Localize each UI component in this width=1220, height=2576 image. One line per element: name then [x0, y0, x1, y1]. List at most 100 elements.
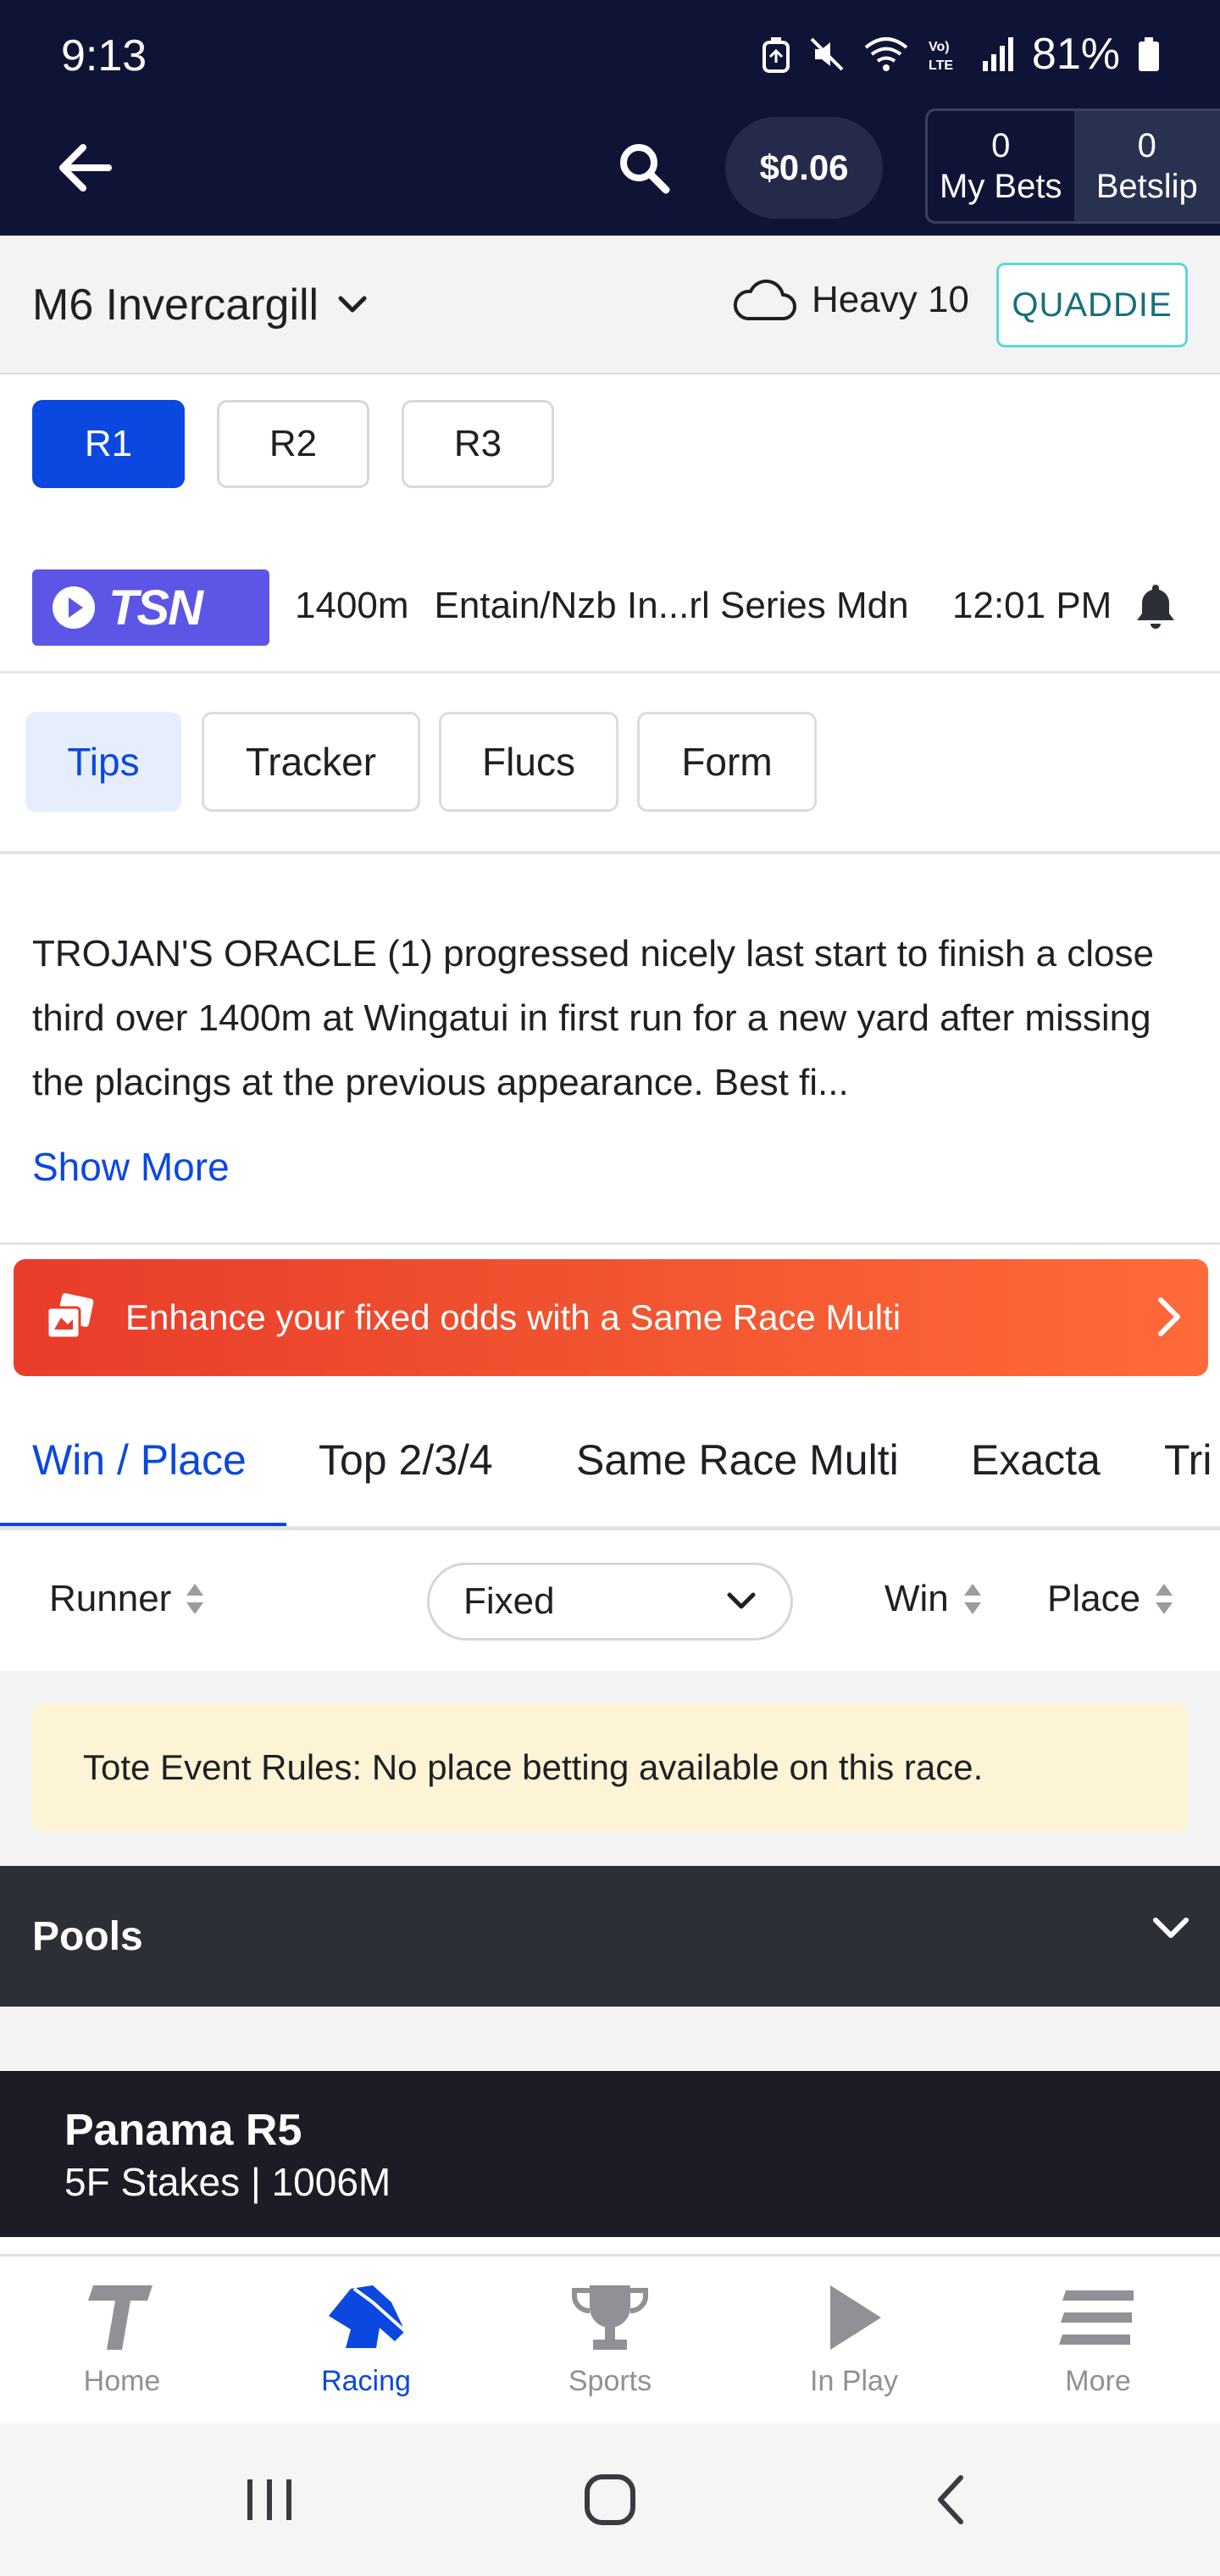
runner-label: Runner — [49, 1578, 172, 1619]
trophy-icon — [572, 2285, 648, 2350]
bottom-nav: Home Racing Sports In Play More — [0, 2254, 1220, 2423]
back-button[interactable] — [51, 134, 119, 202]
volte-icon: Vo) LTE — [929, 40, 953, 73]
next-race-subtitle: 5F Stakes | 1006M — [64, 2160, 391, 2204]
same-race-multi-banner[interactable]: Enhance your fixed odds with a Same Race… — [14, 1259, 1208, 1376]
system-nav-bar — [0, 2423, 1220, 2576]
meeting-selector[interactable]: M6 Invercargill — [32, 280, 368, 330]
menu-icon — [1059, 2290, 1134, 2345]
quaddie-button[interactable]: QUADDIE — [996, 263, 1188, 347]
divider — [0, 671, 1220, 674]
chevron-down-icon — [1153, 1918, 1189, 1938]
divider — [0, 1242, 1220, 1245]
win-label: Win — [884, 1578, 949, 1619]
track-condition: Heavy 10 — [730, 276, 969, 324]
svg-text:LTE: LTE — [929, 58, 953, 73]
sort-place[interactable]: Place — [1047, 1578, 1174, 1620]
market-tabs: Win / Place Top 2/3/4 Same Race Multi Ex… — [0, 1390, 1220, 1530]
pools-label: Pools — [32, 1913, 143, 1959]
race-info: 1400m Entain/Nzb In...rl Series Mdn — [295, 585, 909, 627]
tab-flucs[interactable]: Flucs — [439, 712, 618, 812]
sort-win[interactable]: Win — [884, 1578, 983, 1620]
nav-sports[interactable]: Sports — [488, 2257, 732, 2423]
arrow-left-icon — [59, 144, 112, 192]
recents-icon — [247, 2479, 291, 2520]
next-race-card[interactable]: Panama R5 5F Stakes | 1006M — [0, 2071, 1220, 2237]
tab-logo-icon — [88, 2285, 152, 2350]
tsn-logo-text: TSN — [108, 580, 203, 636]
place-label: Place — [1047, 1578, 1141, 1619]
play-circle-icon — [53, 586, 95, 629]
nav-sports-label: Sports — [568, 2365, 652, 2397]
market-tab-win-place[interactable]: Win / Place — [32, 1390, 247, 1526]
bets-panel: 0 My Bets 0 Betslip — [925, 108, 1220, 224]
market-tab-trifecta[interactable]: Tri — [1164, 1390, 1212, 1526]
cloud-icon — [733, 279, 796, 320]
mute-icon — [810, 37, 844, 71]
nav-home-label: Home — [83, 2365, 161, 2397]
betslip-label: Betslip — [1095, 168, 1198, 205]
balance-button[interactable]: $0.06 — [725, 117, 883, 219]
sort-runner[interactable]: Runner — [49, 1578, 205, 1620]
market-tab-top-234[interactable]: Top 2/3/4 — [319, 1390, 493, 1526]
status-icons: Vo) LTE 81% — [761, 29, 1161, 80]
market-tab-exacta[interactable]: Exacta — [971, 1390, 1101, 1526]
nav-more[interactable]: More — [976, 2257, 1220, 2423]
wifi-icon — [864, 37, 908, 71]
home-button[interactable] — [568, 2466, 652, 2534]
runner-header: Runner Fixed Win Place — [0, 1532, 1220, 1671]
next-race-title: Panama R5 — [64, 2106, 302, 2155]
svg-text:Vo): Vo) — [929, 40, 950, 54]
system-back-button[interactable] — [908, 2466, 993, 2534]
nav-in-play-label: In Play — [810, 2365, 898, 2397]
recents-button[interactable] — [227, 2466, 312, 2534]
market-tab-same-race-multi[interactable]: Same Race Multi — [576, 1390, 899, 1526]
sort-icon — [186, 1584, 204, 1614]
tip-text: TROJAN'S ORACLE (1) progressed nicely la… — [32, 933, 1154, 1103]
bell-icon[interactable] — [1130, 580, 1181, 635]
pools-accordion[interactable]: Pools — [0, 1866, 1220, 2007]
race-time: 12:01 PM — [952, 585, 1112, 626]
tab-tracker[interactable]: Tracker — [202, 712, 420, 812]
home-circle-icon — [585, 2474, 635, 2525]
search-icon — [620, 144, 670, 194]
betslip-count: 0 — [1137, 127, 1156, 164]
my-bets-count: 0 — [991, 127, 1011, 164]
track-condition-text: Heavy 10 — [812, 279, 969, 320]
nav-in-play[interactable]: In Play — [732, 2257, 976, 2423]
race-tab-r1[interactable]: R1 — [32, 400, 185, 488]
my-bets-button[interactable]: 0 My Bets — [928, 111, 1074, 221]
promo-text: Enhance your fixed odds with a Same Race… — [125, 1297, 901, 1337]
race-tab-r2[interactable]: R2 — [217, 400, 369, 488]
race-tab-r3[interactable]: R3 — [402, 400, 554, 488]
divider — [0, 851, 1220, 854]
nav-racing[interactable]: Racing — [244, 2257, 488, 2423]
tab-form[interactable]: Form — [637, 712, 817, 812]
nav-more-label: More — [1065, 2365, 1131, 2397]
tote-rules-notice: Tote Event Rules: No place betting avail… — [32, 1703, 1188, 1832]
chevron-down-icon — [727, 1592, 756, 1609]
sort-icon — [1156, 1584, 1173, 1614]
horse-head-icon — [329, 2285, 407, 2348]
nav-racing-label: Racing — [321, 2365, 411, 2397]
show-more-link[interactable]: Show More — [32, 1144, 230, 1190]
status-time: 9:13 — [61, 31, 147, 80]
battery-icon — [1139, 37, 1159, 71]
betslip-button[interactable]: 0 Betslip — [1073, 111, 1220, 221]
play-icon — [830, 2285, 881, 2350]
race-name: Entain/Nzb In...rl Series Mdn — [434, 585, 909, 626]
tsn-stream-button[interactable]: TSN — [32, 569, 269, 646]
signal-icon — [982, 37, 1013, 71]
alarm-icon — [762, 37, 790, 73]
meeting-name: M6 Invercargill — [32, 280, 319, 330]
chevron-down-icon — [338, 296, 367, 313]
nav-home[interactable]: Home — [0, 2257, 244, 2423]
odds-type-select[interactable]: Fixed — [427, 1563, 793, 1641]
race-distance: 1400m — [295, 585, 409, 626]
search-button[interactable] — [610, 134, 678, 202]
tab-tips[interactable]: Tips — [25, 712, 181, 812]
multi-cards-icon — [46, 1293, 94, 1340]
active-tab-indicator — [0, 1523, 286, 1526]
battery-percent: 81% — [1031, 30, 1120, 79]
sort-icon — [963, 1584, 981, 1614]
